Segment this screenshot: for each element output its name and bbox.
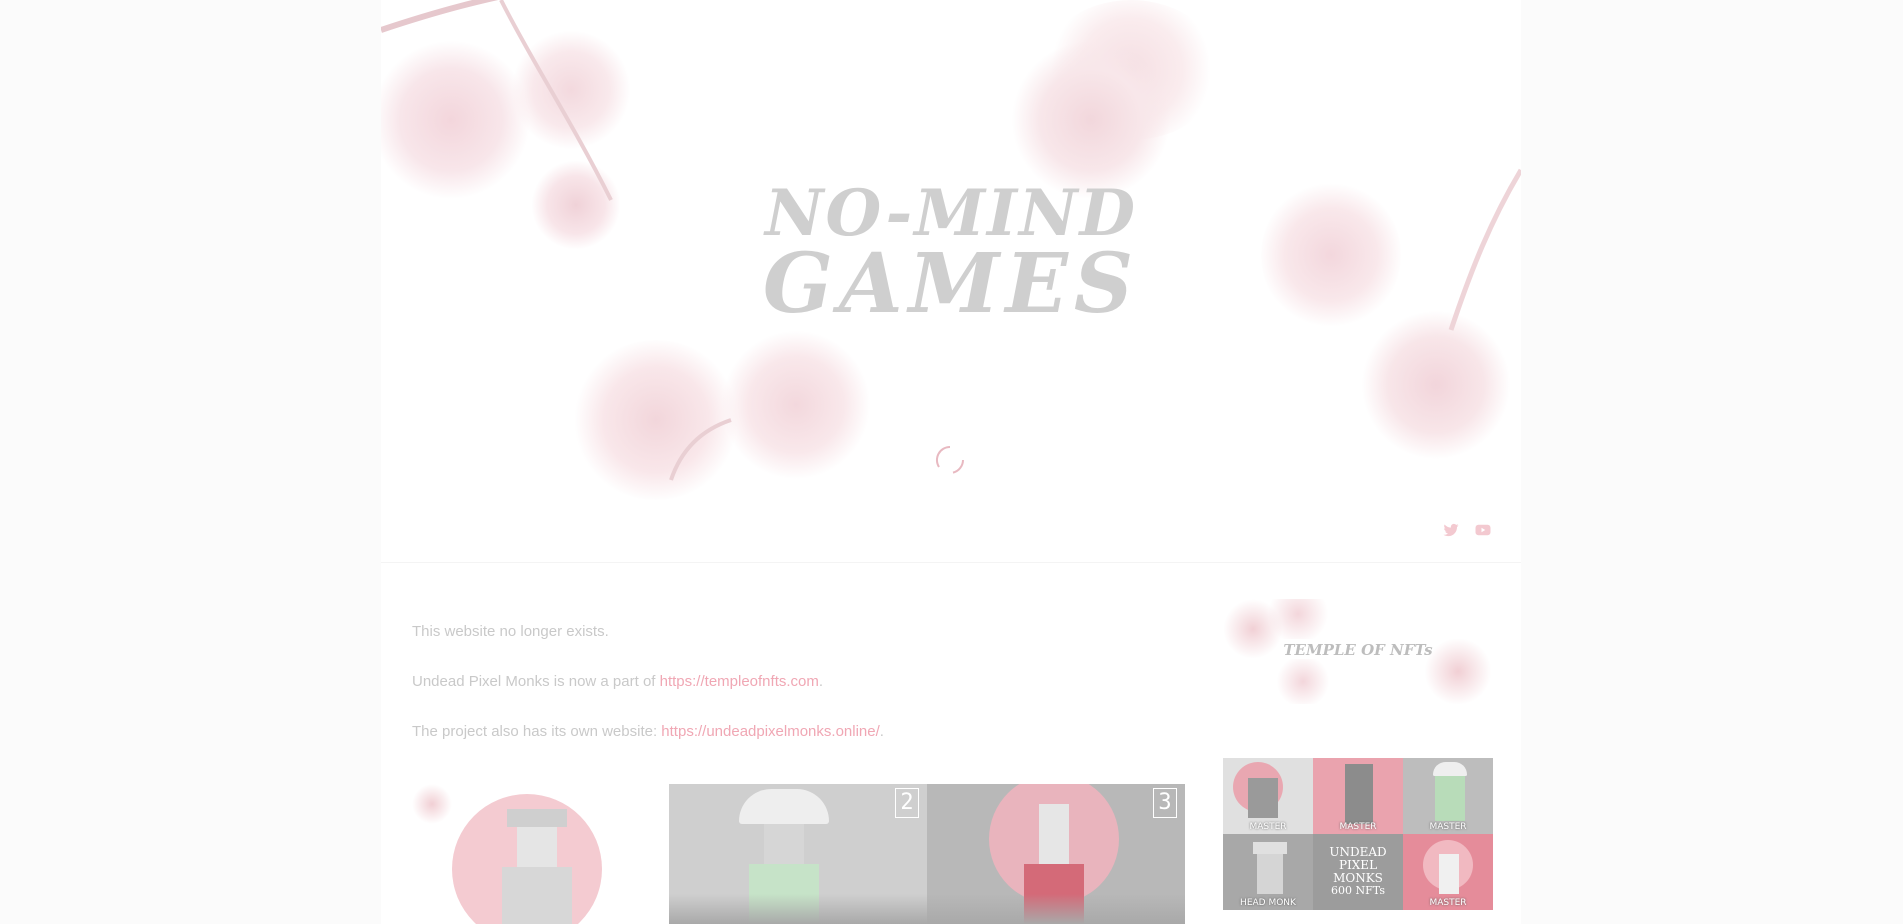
collage-title: UNDEAD PIXEL MONKS xyxy=(1329,845,1387,885)
collage-label: MASTER xyxy=(1249,822,1287,832)
collage-label: MASTER xyxy=(1429,822,1467,832)
rank-badge: 3 xyxy=(1153,788,1177,818)
rank-badge: 2 xyxy=(895,788,919,818)
collage-label: MASTER xyxy=(1429,898,1467,908)
youtube-icon[interactable] xyxy=(1474,521,1492,539)
templeofnfts-link[interactable]: https://templeofnfts.com xyxy=(660,673,819,690)
twitter-icon[interactable] xyxy=(1442,521,1460,539)
collage-label: HEAD MONK xyxy=(1240,898,1296,908)
loading-spinner-icon xyxy=(935,445,964,474)
header-banner: NO-MIND GAMES xyxy=(381,0,1521,500)
navbar xyxy=(381,500,1521,563)
redirect-text: Undead Pixel Monks is now a part of http… xyxy=(412,672,823,692)
collage-cell: MASTER xyxy=(1223,758,1313,834)
collage-cell: MASTER xyxy=(1403,834,1493,910)
redirect-prefix: Undead Pixel Monks is now a part of xyxy=(412,673,660,690)
collage-cell: HEAD MONK xyxy=(1223,834,1313,910)
undeadpixelmonks-link[interactable]: https://undeadpixelmonks.online/ xyxy=(661,723,879,740)
page: NO-MIND GAMES This website no longer exi… xyxy=(381,0,1521,924)
collage-label: MASTER xyxy=(1339,822,1377,832)
collage-count: 600 NFTs xyxy=(1331,884,1385,897)
logo-line2: GAMES xyxy=(762,236,1140,332)
monk-thumbnail[interactable] xyxy=(412,784,628,924)
collage-cell: MASTER xyxy=(1313,758,1403,834)
project-site-text: The project also has its own website: ht… xyxy=(412,722,884,742)
monk-pair-thumbnail[interactable]: 2 3 xyxy=(669,784,1185,924)
temple-of-nfts-logo: TEMPLE OF NFTs xyxy=(1283,641,1433,659)
collage-center-cell: UNDEAD PIXEL MONKS 600 NFTs xyxy=(1313,834,1403,910)
project-site-prefix: The project also has its own website: xyxy=(412,723,662,740)
project-site-suffix: . xyxy=(879,723,884,740)
collage-cell: MASTER xyxy=(1403,758,1493,834)
notice-text: This website no longer exists. xyxy=(412,623,609,640)
monks-collage[interactable]: MASTER MASTER MASTER HEAD MONK UNDEAD PI… xyxy=(1223,758,1493,910)
redirect-suffix: . xyxy=(818,673,824,690)
temple-of-nfts-banner[interactable]: TEMPLE OF NFTs xyxy=(1223,599,1493,704)
